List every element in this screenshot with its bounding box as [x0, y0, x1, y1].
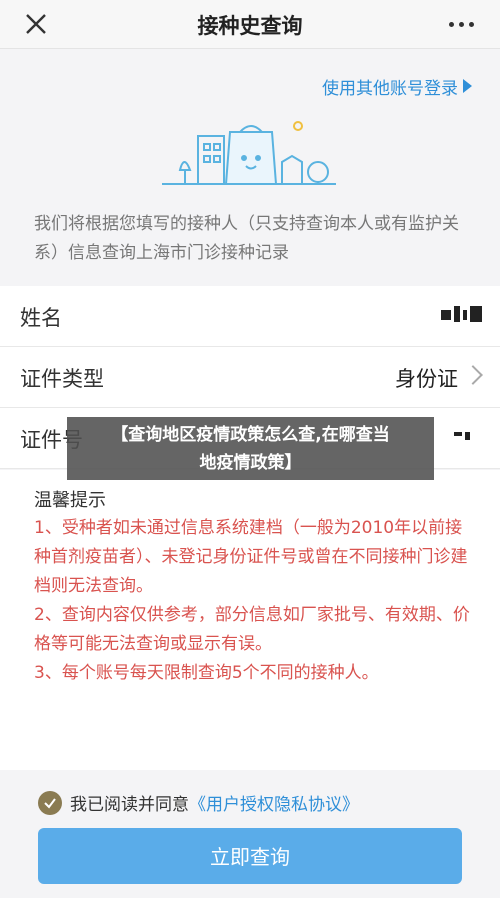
agreement-row[interactable]: 我已阅读并同意 《用户授权隐私协议》: [38, 790, 359, 815]
tip-item: 1、受种者如未通过信息系统建档（一般为2010年以前接种首剂疫苗者）、未登记身份…: [34, 518, 468, 596]
name-label: 姓名: [20, 306, 62, 330]
privacy-policy-link[interactable]: 《用户授权隐私协议》: [189, 790, 359, 815]
submit-query-button[interactable]: 立即查询: [38, 828, 462, 884]
page-title: 接种史查询: [197, 14, 303, 38]
top-bar: 接种史查询: [0, 0, 500, 49]
id-number-redacted: [454, 432, 470, 440]
intro-text: 我们将根据您填写的接种人（只支持查询本人或有监护关系）信息查询上海市门诊接种记录: [34, 214, 459, 263]
switch-arrow-icon[interactable]: [463, 79, 472, 93]
caption-line: 地疫情政策】: [199, 453, 302, 473]
agreement-text: 我已阅读并同意: [70, 795, 189, 815]
name-value-redacted: [441, 306, 482, 322]
switch-account-link[interactable]: 使用其他账号登录: [322, 74, 458, 99]
caption-overlay: 【查询地区疫情政策怎么查,在哪查当 地疫情政策】: [67, 417, 434, 480]
tip-item: 3、每个账号每天限制查询5个不同的接种人。: [34, 663, 379, 683]
name-row[interactable]: 姓名: [0, 286, 500, 347]
tips-title: 温馨提示: [34, 490, 106, 511]
chevron-right-icon: [463, 365, 483, 385]
checkbox-checked-icon[interactable]: [38, 790, 62, 815]
id-type-value: 身份证: [395, 367, 458, 391]
id-type-label: 证件类型: [20, 367, 104, 391]
caption-line: 【查询地区疫情政策怎么查,在哪查当: [111, 425, 390, 445]
illustration-image: [162, 121, 336, 185]
id-type-row[interactable]: 证件类型 身份证: [0, 347, 500, 408]
more-dots-icon[interactable]: [449, 22, 474, 27]
tips-list: 1、受种者如未通过信息系统建档（一般为2010年以前接种首剂疫苗者）、未登记身份…: [34, 514, 474, 688]
tip-item: 2、查询内容仅供参考，部分信息如厂家批号、有效期、价格等可能无法查询或显示有误。: [34, 605, 470, 654]
tips-section: 温馨提示 1、受种者如未通过信息系统建档（一般为2010年以前接种首剂疫苗者）、…: [0, 470, 500, 770]
